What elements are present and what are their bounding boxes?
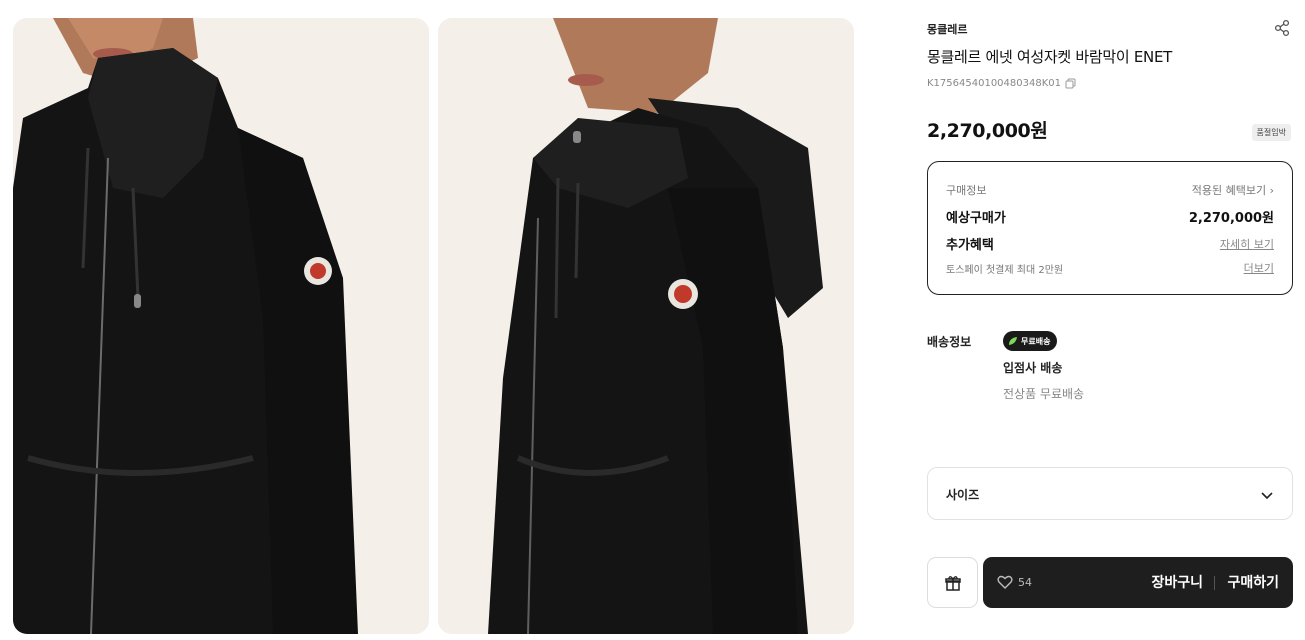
add-to-cart-button[interactable]: 장바구니 <box>1151 572 1203 592</box>
shipping-label: 배송정보 <box>927 335 972 349</box>
jacket-front-illustration <box>13 18 429 634</box>
benefit-link[interactable]: 적용된 혜택보기 › <box>1192 182 1274 198</box>
extra-benefit-link[interactable]: 자세히 보기 <box>1220 236 1274 252</box>
like-count: 54 <box>1018 575 1032 589</box>
toss-pay-text: 토스페이 첫결제 최대 2만원 <box>946 264 1064 276</box>
expected-price-label: 예상구매가 <box>946 211 1006 226</box>
product-code-row: K17564540100480348K01 <box>927 78 1076 89</box>
purchase-info-box: 구매정보 적용된 혜택보기 › 예상구매가 2,270,000원 추가혜택 자세… <box>927 161 1293 295</box>
product-title: 몽클레르 에넷 여성자켓 바람막이 ENET <box>927 48 1173 66</box>
size-select-label: 사이즈 <box>946 488 980 502</box>
free-shipping-badge: 무료배송 <box>1003 331 1058 351</box>
purchase-info-header: 구매정보 적용된 혜택보기 › <box>946 182 1274 198</box>
product-image-front[interactable] <box>13 18 429 634</box>
toss-pay-row: 토스페이 첫결제 최대 2만원 더보기 <box>946 260 1274 276</box>
share-icon[interactable] <box>1273 19 1291 37</box>
extra-benefit-row: 추가혜택 자세히 보기 <box>946 234 1274 254</box>
copy-icon[interactable] <box>1065 78 1076 89</box>
like-button[interactable]: 54 <box>997 574 1032 590</box>
toss-pay-more-link[interactable]: 더보기 <box>1244 260 1274 276</box>
shipping-method: 입점사 배송 <box>1003 361 1063 375</box>
jacket-side-illustration <box>438 18 854 634</box>
extra-benefit-label: 추가혜택 <box>946 238 994 253</box>
expected-price-value: 2,270,000원 <box>1188 211 1274 226</box>
action-divider <box>1214 576 1215 590</box>
size-select[interactable]: 사이즈 <box>927 467 1293 520</box>
brand-name[interactable]: 몽클레르 <box>927 21 967 37</box>
shipping-desc: 전상품 무료배송 <box>1003 387 1085 401</box>
product-info-panel: 몽클레르 몽클레르 에넷 여성자켓 바람막이 ENET K17564540100… <box>927 0 1293 640</box>
product-image-side[interactable] <box>438 18 854 634</box>
expected-price-row: 예상구매가 2,270,000원 <box>946 207 1274 226</box>
gift-button[interactable] <box>927 557 978 608</box>
buy-now-button[interactable]: 구매하기 <box>1227 572 1279 592</box>
leaf-icon <box>1009 337 1017 345</box>
purchase-info-heading: 구매정보 <box>946 184 987 197</box>
free-shipping-text: 무료배송 <box>1021 336 1051 346</box>
product-code: K17564540100480348K01 <box>927 78 1061 89</box>
product-price: 2,270,000원 <box>927 120 1048 142</box>
chevron-down-icon <box>1261 492 1273 500</box>
auth-badge: 품절임박 <box>1251 124 1291 141</box>
gift-icon <box>944 575 961 591</box>
heart-icon <box>997 575 1013 589</box>
purchase-action-bar: 54 장바구니 구매하기 <box>983 557 1293 608</box>
